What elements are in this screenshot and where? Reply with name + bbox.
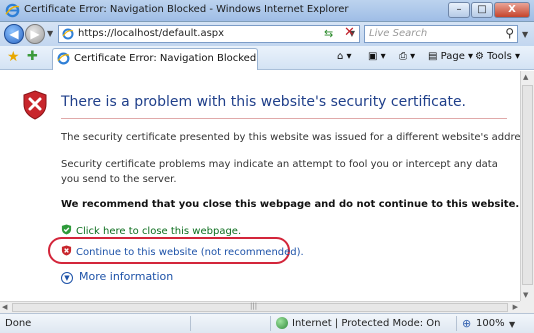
close-webpage-link-text[interactable]: Click here to close this webpage. — [76, 226, 241, 237]
scroll-grip-icon: ||| — [250, 302, 258, 310]
more-information-text[interactable]: More information — [79, 270, 173, 283]
page-menu-button[interactable]: ▤ Page ▾ — [428, 51, 473, 62]
add-favorite-icon[interactable]: ✚ — [27, 49, 38, 64]
window-title: Certificate Error: Navigation Blocked - … — [24, 4, 349, 15]
status-text: Done — [5, 318, 32, 329]
page-title: There is a problem with this website's s… — [61, 94, 467, 110]
stop-icon[interactable]: ✕ — [344, 25, 355, 40]
scroll-down-icon[interactable]: ▼ — [523, 291, 528, 299]
recommendation-text: We recommend that you close this webpage… — [61, 199, 520, 210]
status-divider — [456, 316, 457, 331]
search-icon[interactable]: ⚲ — [505, 26, 514, 40]
tools-menu-button[interactable]: ⚙ Tools ▾ — [475, 51, 520, 62]
security-warning-text: Security certificate problems may indica… — [61, 159, 498, 185]
page-content: There is a problem with this website's s… — [0, 71, 534, 301]
home-icon[interactable]: ⌂ ▾ — [337, 51, 352, 62]
search-input[interactable]: Live Search ⚲ — [364, 25, 518, 43]
title-divider — [61, 118, 507, 119]
status-divider — [190, 316, 191, 331]
internet-explorer-icon — [5, 3, 20, 18]
horizontal-scroll-thumb[interactable] — [12, 303, 508, 312]
back-arrow-icon: ◀ — [9, 27, 19, 41]
zoom-dropdown-icon[interactable]: ▼ — [509, 320, 515, 329]
search-placeholder: Live Search — [369, 28, 428, 39]
close-webpage-link[interactable]: Click here to close this webpage. — [61, 224, 241, 237]
forward-button[interactable]: ▶ — [25, 24, 45, 44]
page-menu-label: Page — [440, 51, 465, 62]
tab-command-bar: ★ ✚ Certificate Error: Navigation Blocke… — [0, 46, 534, 70]
scrollbar-corner — [520, 301, 534, 313]
search-options-dropdown-icon[interactable]: ▼ — [522, 30, 528, 39]
security-zone-text[interactable]: Internet | Protected Mode: On — [292, 318, 440, 329]
scroll-right-icon[interactable]: ▶ — [513, 303, 518, 311]
green-shield-check-icon — [61, 224, 72, 235]
more-information-toggle[interactable]: ▼ More information — [61, 270, 173, 284]
favorites-star-icon[interactable]: ★ — [7, 49, 20, 65]
continue-to-website-link[interactable]: Continue to this website (not recommende… — [61, 245, 304, 258]
title-bar: Certificate Error: Navigation Blocked - … — [0, 0, 534, 22]
red-shield-x-icon — [61, 245, 72, 256]
address-bar[interactable]: https://localhost/default.aspx ▼ — [58, 25, 360, 43]
tab-label: Certificate Error: Navigation Blocked — [74, 53, 257, 64]
history-dropdown-icon[interactable]: ▼ — [47, 29, 53, 38]
close-window-button[interactable]: X — [494, 2, 530, 18]
forward-arrow-icon: ▶ — [30, 27, 40, 41]
status-bar: Done Internet | Protected Mode: On ⊕ 100… — [0, 313, 534, 333]
tools-menu-label: Tools — [487, 51, 512, 62]
print-icon[interactable]: ⎙ ▾ — [399, 51, 415, 62]
zoom-level[interactable]: 100% — [476, 318, 505, 329]
vertical-scroll-thumb[interactable] — [522, 85, 533, 285]
tab-certificate-error[interactable]: Certificate Error: Navigation Blocked — [52, 48, 258, 70]
refresh-icon[interactable]: ⇆ — [324, 27, 333, 40]
minimize-button[interactable]: – — [448, 2, 470, 18]
address-toolbar: ◀ ▶ ▼ https://localhost/default.aspx ▼ ⇆… — [0, 22, 534, 46]
scroll-left-icon[interactable]: ◀ — [2, 303, 7, 311]
feeds-icon[interactable]: ▣ ▾ — [368, 51, 386, 62]
expand-chevron-icon: ▼ — [61, 272, 73, 284]
back-button[interactable]: ◀ — [4, 24, 24, 44]
gear-icon: ⚙ — [475, 51, 484, 62]
horizontal-scrollbar[interactable]: ◀ ||| ▶ — [0, 301, 520, 313]
zoom-icon[interactable]: ⊕ — [462, 317, 471, 330]
continue-link-text[interactable]: Continue to this website (not recommende… — [76, 247, 304, 258]
scroll-up-icon[interactable]: ▲ — [523, 73, 528, 81]
page-icon — [62, 28, 74, 40]
maximize-button[interactable]: □ — [471, 2, 493, 18]
window-controls: – □ X — [448, 2, 530, 18]
tab-page-icon — [57, 52, 70, 65]
status-divider — [270, 316, 271, 331]
page-menu-icon: ▤ — [428, 51, 438, 62]
internet-zone-icon — [276, 317, 288, 329]
error-shield-icon — [23, 90, 47, 120]
url-text[interactable]: https://localhost/default.aspx — [78, 28, 224, 39]
certificate-description: The security certificate presented by th… — [61, 132, 534, 143]
vertical-scrollbar[interactable]: ▲ ▼ — [520, 71, 534, 301]
